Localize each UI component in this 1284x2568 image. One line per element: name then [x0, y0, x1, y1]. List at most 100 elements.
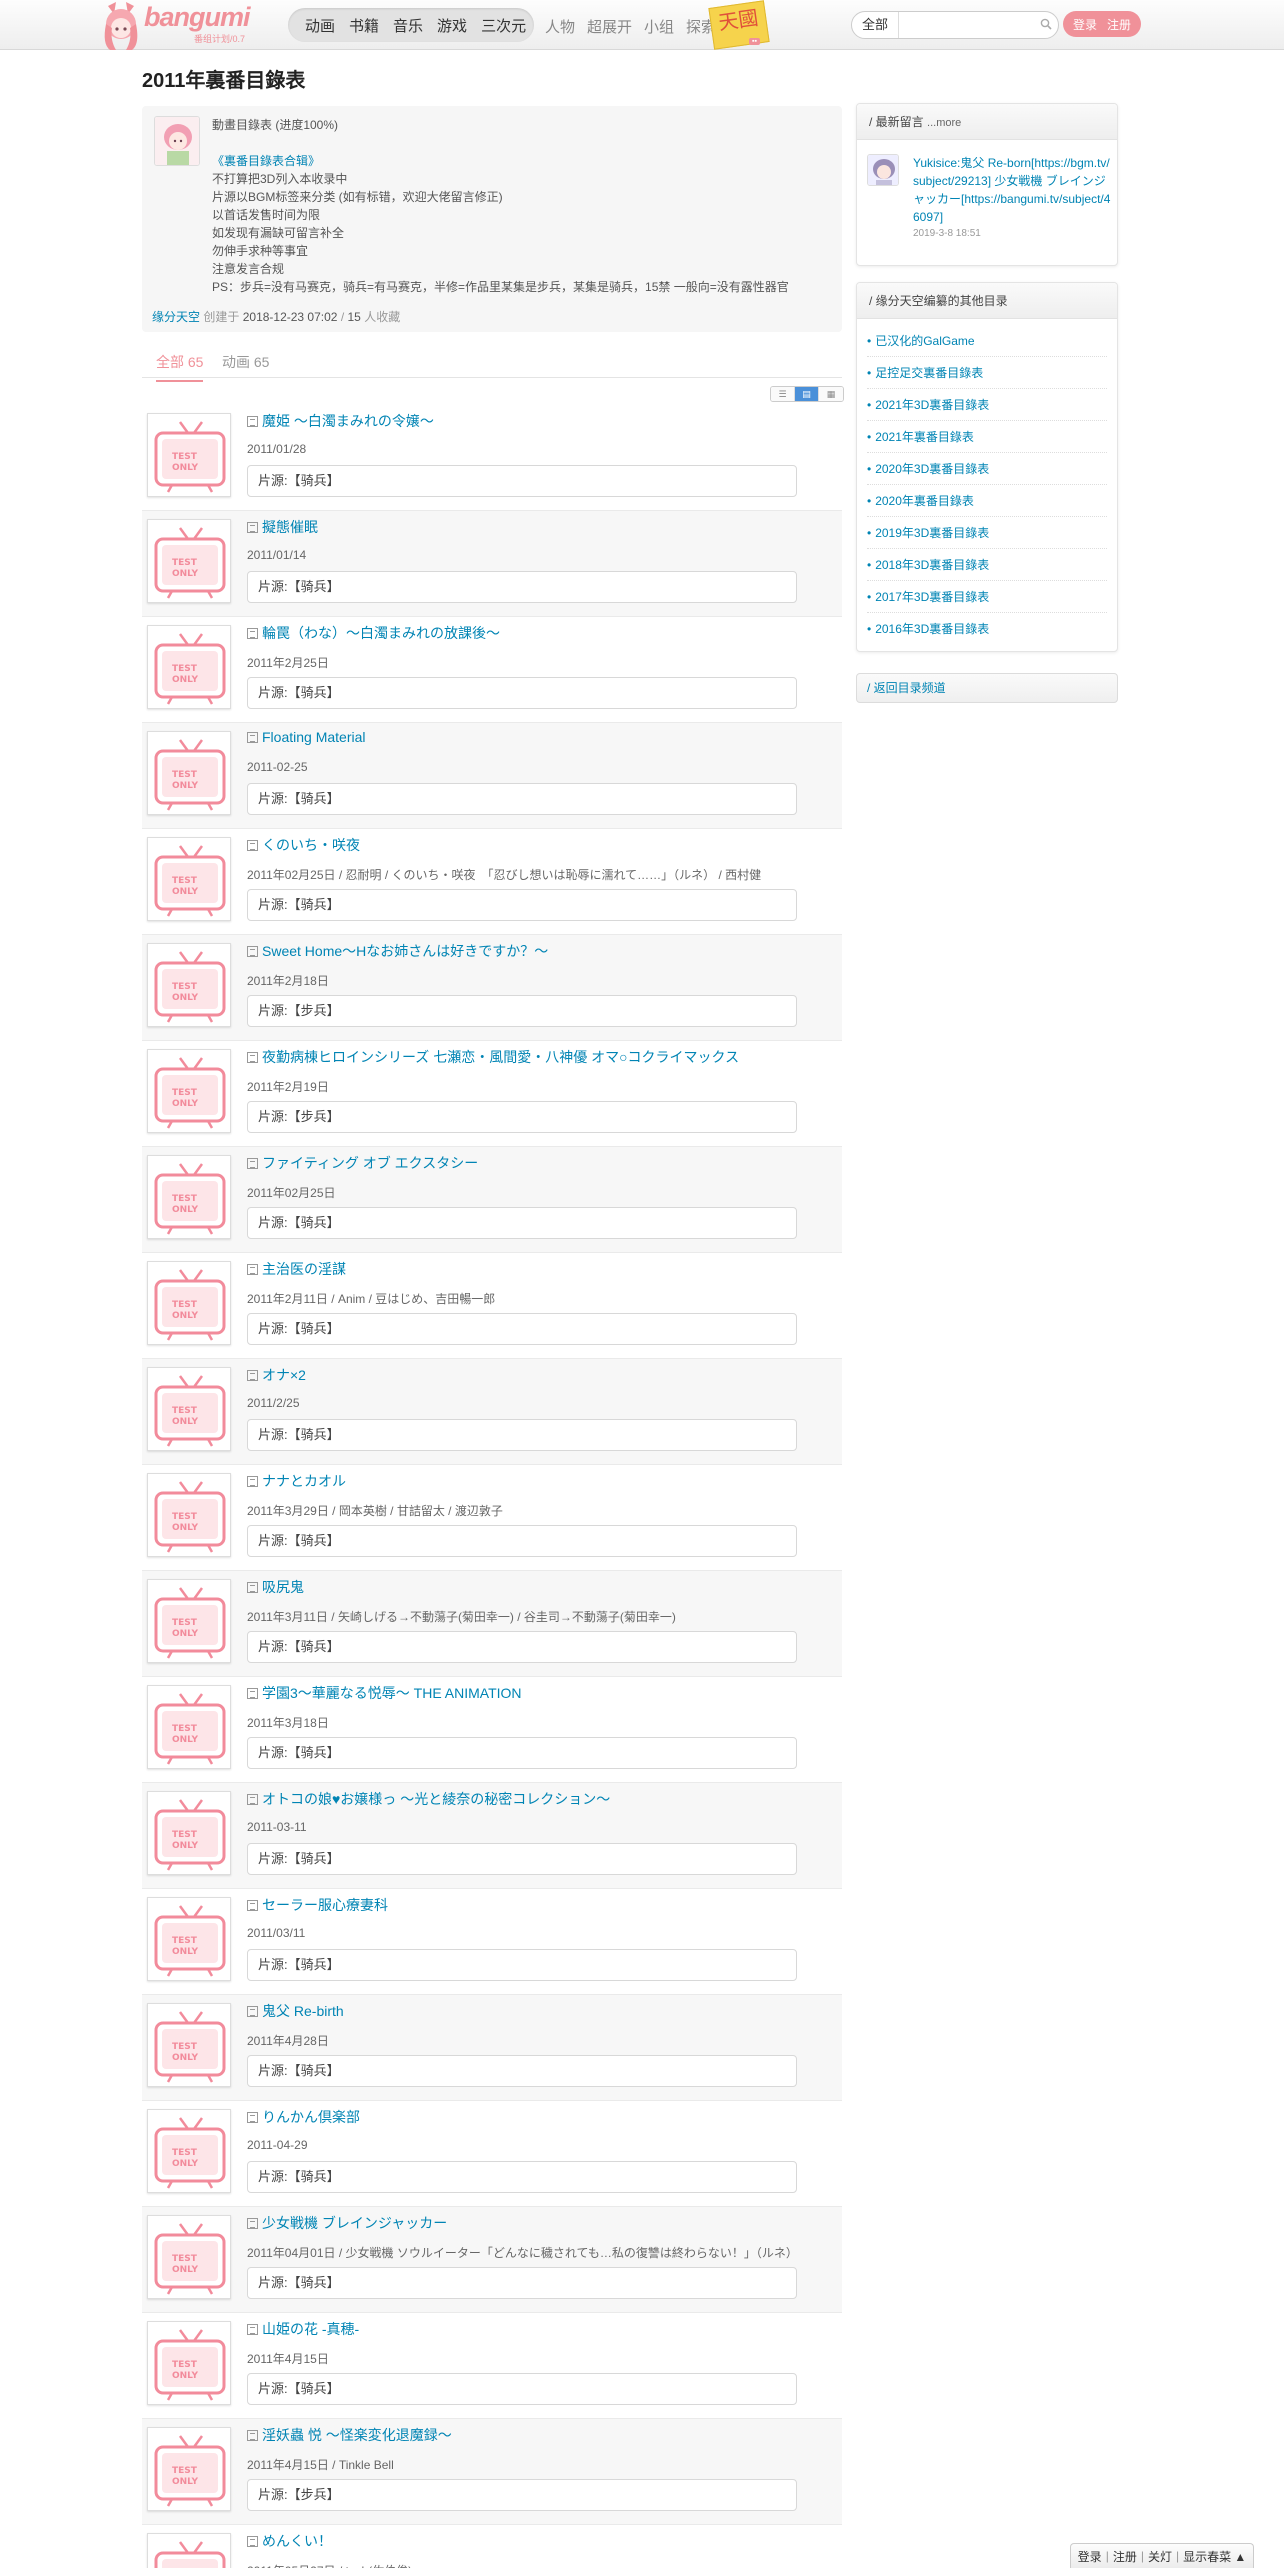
- commenter-avatar[interactable]: [867, 154, 899, 186]
- item-title-link[interactable]: 吸尻鬼: [262, 1579, 304, 1595]
- nav-book[interactable]: 书籍: [349, 15, 379, 36]
- item-cover[interactable]: TEST ONLY: [147, 837, 231, 921]
- tv-placeholder-icon: TEST ONLY: [154, 421, 226, 493]
- other-index-item: • 足控足交裏番目錄表: [867, 357, 1107, 389]
- item-cover[interactable]: TEST ONLY: [147, 1367, 231, 1451]
- item-cover[interactable]: TEST ONLY: [147, 2109, 231, 2193]
- anime-category-icon: [247, 1476, 258, 1487]
- latest-comment-text[interactable]: Yukisice:鬼父 Re-born[https://bgm.tv/subje…: [913, 154, 1113, 226]
- item-title-link[interactable]: セーラー服心療妻科: [262, 1897, 388, 1913]
- item-title-link[interactable]: くのいち・咲夜: [262, 837, 360, 853]
- item-cover[interactable]: TEST ONLY: [147, 1261, 231, 1345]
- creator-link[interactable]: 缘分天空: [152, 310, 200, 324]
- other-index-link[interactable]: 2020年3D裏番目錄表: [875, 462, 989, 476]
- item-title-link[interactable]: 学園3～華麗なる悦辱～ THE ANIMATION: [262, 1685, 522, 1701]
- other-index-link[interactable]: 2017年3D裏番目錄表: [875, 590, 989, 604]
- tab-all[interactable]: 全部 65: [156, 352, 204, 382]
- search-icon[interactable]: [1034, 18, 1058, 33]
- item-title-link[interactable]: りんかん倶楽部: [262, 2109, 360, 2125]
- nav-game[interactable]: 游戏: [437, 15, 467, 36]
- item-cover[interactable]: TEST ONLY: [147, 1791, 231, 1875]
- other-index-link[interactable]: 2019年3D裏番目錄表: [875, 526, 989, 540]
- item-title-link[interactable]: Sweet Home～Hなお姉さんは好きですか？～: [262, 943, 548, 959]
- search-input[interactable]: [903, 13, 1034, 37]
- nav-real[interactable]: 三次元: [481, 15, 526, 36]
- dock-lights-off-link[interactable]: 关灯: [1148, 2548, 1172, 2565]
- cover-list-view-icon[interactable]: ▤: [795, 387, 819, 401]
- back-to-index-channel-link[interactable]: / 返回目录频道: [856, 673, 1118, 703]
- other-index-link[interactable]: 2016年3D裏番目錄表: [875, 622, 989, 636]
- login-button[interactable]: 登录: [1073, 16, 1097, 33]
- item-cover[interactable]: TEST ONLY: [147, 1155, 231, 1239]
- item-cover[interactable]: TEST ONLY: [147, 943, 231, 1027]
- anime-category-icon: [247, 2324, 258, 2335]
- other-index-link[interactable]: 2018年3D裏番目錄表: [875, 558, 989, 572]
- nav-music[interactable]: 音乐: [393, 15, 423, 36]
- dock-login-link[interactable]: 登录: [1078, 2548, 1102, 2565]
- anime-category-icon: [247, 1582, 258, 1593]
- item-cover[interactable]: TEST ONLY: [147, 731, 231, 815]
- item-info: 2011年02月25日: [247, 1186, 336, 1200]
- creator-avatar[interactable]: [154, 116, 200, 166]
- item-title-link[interactable]: 輪罠（わな）～白濁まみれの放課後～: [262, 625, 500, 641]
- item-title-link[interactable]: オナ×2: [262, 1367, 306, 1383]
- item-title-link[interactable]: 淫妖蟲 悦 〜怪楽変化退魔録〜: [262, 2427, 452, 2443]
- anime-category-icon: [247, 522, 258, 533]
- item-title-link[interactable]: ファイティング オブ エクスタシー: [262, 1155, 478, 1171]
- tab-anime[interactable]: 动画 65: [222, 352, 269, 380]
- other-index-link[interactable]: 2020年裏番目錄表: [875, 494, 974, 508]
- nav-rakuen[interactable]: 超展开: [587, 16, 632, 37]
- item-cover[interactable]: TEST ONLY: [147, 1473, 231, 1557]
- other-index-link[interactable]: 已汉化的GalGame: [875, 334, 974, 348]
- list-item: TEST ONLY りんかん倶楽部 2011-04-29 片源:【骑兵】: [142, 2101, 842, 2207]
- tenguo-badge[interactable]: 天國 ▪▪: [707, 0, 781, 50]
- other-index-link[interactable]: 足控足交裏番目錄表: [875, 366, 983, 380]
- collection-link[interactable]: 《裏番目錄表合辑》: [212, 154, 320, 168]
- item-cover[interactable]: TEST ONLY: [147, 413, 231, 497]
- item-cover[interactable]: TEST ONLY: [147, 1897, 231, 1981]
- latest-more-link[interactable]: ...more: [927, 117, 961, 129]
- item-title-link[interactable]: 魔姫 〜白濁まみれの令嬢〜: [262, 413, 434, 429]
- item-title-link[interactable]: 擬態催眠: [262, 519, 318, 535]
- dock-show-spring-link[interactable]: 显示春菜 ▲: [1183, 2548, 1246, 2565]
- item-title-link[interactable]: 主治医の淫謀: [262, 1261, 346, 1277]
- tv-placeholder-icon: TEST ONLY: [154, 2011, 226, 2083]
- item-title-link[interactable]: 鬼父 Re-birth: [262, 2003, 344, 2019]
- item-title-link[interactable]: ナナとカオル: [262, 1473, 346, 1489]
- desc-link-collection[interactable]: 《裏番目錄表合辑》: [212, 152, 832, 170]
- item-cover[interactable]: TEST ONLY: [147, 2321, 231, 2405]
- item-title-link[interactable]: めんくい！: [262, 2533, 332, 2549]
- item-cover[interactable]: TEST ONLY: [147, 2533, 231, 2568]
- item-title-link[interactable]: 少女戦機 ブレインジャッカー: [262, 2215, 447, 2231]
- item-info: 2011年2月25日: [247, 656, 329, 670]
- item-cover[interactable]: TEST ONLY: [147, 2215, 231, 2299]
- item-cover[interactable]: TEST ONLY: [147, 1049, 231, 1133]
- item-title-link[interactable]: 山姫の花 -真穂-: [262, 2321, 359, 2337]
- list-item: TEST ONLY 山姫の花 -真穂- 2011年4月15日 片源:【骑兵】: [142, 2313, 842, 2419]
- item-title-link[interactable]: オトコの娘♥お嬢様っ ～光と綾奈の秘密コレクション～: [262, 1791, 610, 1807]
- grid-view-icon[interactable]: ▦: [819, 387, 843, 401]
- nav-anime[interactable]: 动画: [305, 15, 335, 36]
- item-info: 2011年2月18日: [247, 974, 329, 988]
- item-info: 2011年4月15日: [247, 2352, 329, 2366]
- dock-signup-link[interactable]: 注册: [1113, 2548, 1137, 2565]
- nav-group[interactable]: 小组: [644, 16, 674, 37]
- list-item: TEST ONLY 少女戦機 ブレインジャッカー 2011年04月01日 / 少…: [142, 2207, 842, 2313]
- site-logo[interactable]: bangumi 番组计划/0.7: [100, 0, 278, 50]
- list-view-icon[interactable]: ☰: [771, 387, 795, 401]
- item-title-link[interactable]: Floating Material: [262, 729, 366, 745]
- search-category-select[interactable]: 全部: [852, 12, 900, 38]
- item-cover[interactable]: TEST ONLY: [147, 625, 231, 709]
- item-title-link[interactable]: 夜勤病棟ヒロインシリーズ 七瀬恋・風間愛・八神優 オマ○コクライマックス: [262, 1049, 739, 1065]
- item-cover[interactable]: TEST ONLY: [147, 2003, 231, 2087]
- list-item: TEST ONLY 擬態催眠 2011/01/14 片源:【骑兵】: [142, 511, 842, 617]
- signup-button[interactable]: 注册: [1107, 16, 1131, 33]
- nav-person[interactable]: 人物: [545, 16, 575, 37]
- item-cover[interactable]: TEST ONLY: [147, 2427, 231, 2511]
- other-index-link[interactable]: 2021年3D裏番目錄表: [875, 398, 989, 412]
- other-index-link[interactable]: 2021年裏番目錄表: [875, 430, 974, 444]
- item-title-row: 山姫の花 -真穂-: [247, 2319, 359, 2339]
- item-cover[interactable]: TEST ONLY: [147, 1579, 231, 1663]
- item-cover[interactable]: TEST ONLY: [147, 519, 231, 603]
- item-cover[interactable]: TEST ONLY: [147, 1685, 231, 1769]
